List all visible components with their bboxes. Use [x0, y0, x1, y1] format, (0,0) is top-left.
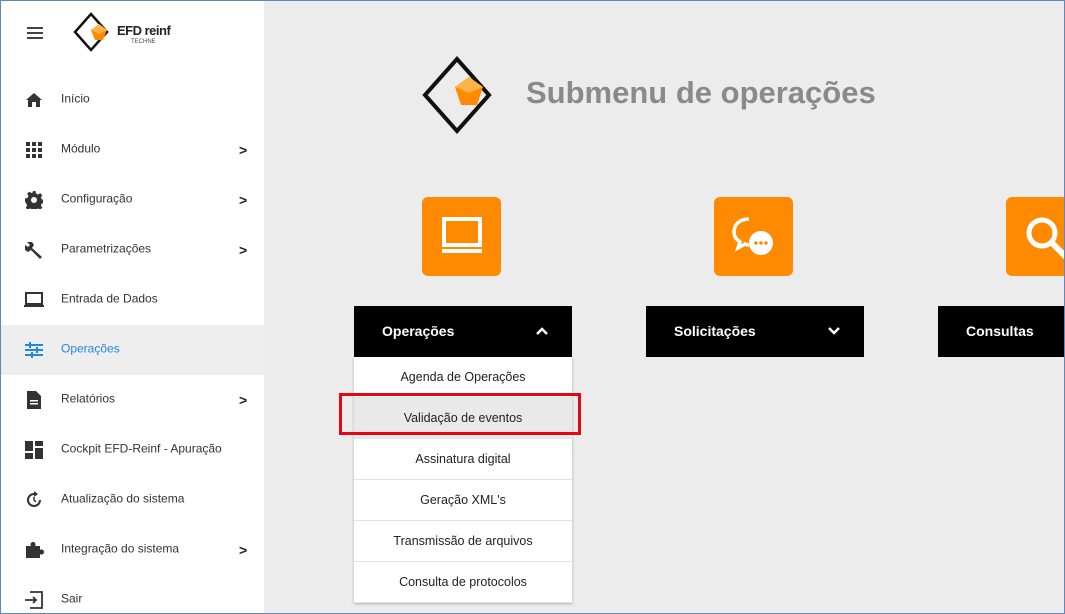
sidebar-item-sair[interactable]: Sair	[1, 575, 264, 613]
sidebar-item-parametrizacoes[interactable]: Parametrizações >	[1, 225, 264, 275]
sidebar-item-label: Atualização do sistema	[61, 491, 185, 506]
chevron-right-icon: >	[239, 542, 248, 558]
sidebar-item-label: Início	[61, 91, 90, 106]
page-logo	[422, 55, 492, 135]
chevron-up-icon	[536, 322, 548, 338]
sidebar-item-label: Parametrizações	[61, 241, 152, 256]
main-content: Submenu de operações Operações Solicitaç…	[264, 1, 1064, 613]
logout-icon	[24, 590, 44, 610]
home-icon	[24, 90, 44, 110]
dropdown-label: Solicitações	[674, 323, 756, 339]
submenu-item-geracao-xml[interactable]: Geração XML's	[354, 480, 572, 521]
sidebar-item-label: Relatórios	[61, 391, 116, 406]
sidebar-item-label: Sair	[61, 591, 83, 606]
hamburger-menu-icon[interactable]	[27, 27, 43, 39]
wrench-icon	[24, 240, 44, 260]
sidebar-item-inicio[interactable]: Início	[1, 75, 264, 125]
sidebar-item-operacoes[interactable]: Operações	[1, 325, 264, 375]
brand-logo	[73, 12, 109, 52]
dropdown-label: Consultas	[966, 323, 1034, 339]
dropdown-label: Operações	[382, 323, 455, 339]
sidebar-item-integracao[interactable]: Integração do sistema >	[1, 525, 264, 575]
brand-name: EFD reinf	[117, 23, 171, 38]
chevron-right-icon: >	[239, 392, 248, 408]
submenu-item-transmissao[interactable]: Transmissão de arquivos	[354, 521, 572, 562]
grid-icon	[24, 140, 44, 160]
sidebar-item-relatorios[interactable]: Relatórios >	[1, 375, 264, 425]
operacoes-tile[interactable]	[422, 197, 501, 276]
sidebar-menu: Início Módulo > Configuração > Parametri…	[1, 75, 264, 613]
highlight-box	[339, 393, 581, 435]
document-icon	[24, 390, 44, 410]
monitor-icon	[441, 216, 482, 253]
brand-subtitle: TECHNE	[131, 39, 156, 45]
sidebar-item-label: Configuração	[61, 191, 133, 206]
puzzle-icon	[24, 540, 44, 560]
sidebar-item-configuracao[interactable]: Configuração >	[1, 175, 264, 225]
update-icon	[24, 490, 44, 510]
sidebar-item-atualizacao[interactable]: Atualização do sistema	[1, 475, 264, 525]
sidebar: EFD reinf TECHNE Início Módulo > Configu…	[1, 1, 264, 613]
sidebar-item-label: Entrada de Dados	[61, 291, 158, 306]
sidebar-item-label: Integração do sistema	[61, 541, 180, 556]
sidebar-item-label: Cockpit EFD-Reinf - Apuração	[61, 441, 222, 456]
sidebar-item-label: Operações	[61, 341, 120, 356]
chevron-down-icon	[828, 322, 840, 338]
solicitacoes-dropdown[interactable]: Solicitações	[646, 306, 864, 357]
consultas-tile[interactable]	[1006, 197, 1064, 276]
gear-icon	[24, 190, 44, 210]
consultas-dropdown[interactable]: Consultas	[938, 306, 1064, 357]
search-icon	[1026, 217, 1064, 259]
chat-icon	[731, 216, 773, 255]
sidebar-item-cockpit[interactable]: Cockpit EFD-Reinf - Apuração	[1, 425, 264, 475]
operacoes-dropdown[interactable]: Operações	[354, 306, 572, 357]
submenu-item-consulta-protocolos[interactable]: Consulta de protocolos	[354, 562, 572, 603]
sliders-icon	[24, 340, 44, 360]
submenu-item-agenda[interactable]: Agenda de Operações	[354, 357, 572, 398]
solicitacoes-tile[interactable]	[714, 197, 793, 276]
sidebar-header: EFD reinf TECHNE	[1, 1, 264, 75]
page-title: Submenu de operações	[526, 75, 876, 110]
chevron-right-icon: >	[239, 242, 248, 258]
app-window: EFD reinf TECHNE Início Módulo > Configu…	[0, 0, 1065, 614]
chevron-right-icon: >	[239, 142, 248, 158]
sidebar-item-modulo[interactable]: Módulo >	[1, 125, 264, 175]
chevron-right-icon: >	[239, 192, 248, 208]
dashboard-icon	[24, 440, 44, 460]
submenu-item-assinatura[interactable]: Assinatura digital	[354, 439, 572, 480]
sidebar-item-label: Módulo	[61, 141, 101, 156]
laptop-icon	[24, 290, 44, 310]
sidebar-item-entrada-de-dados[interactable]: Entrada de Dados	[1, 275, 264, 325]
